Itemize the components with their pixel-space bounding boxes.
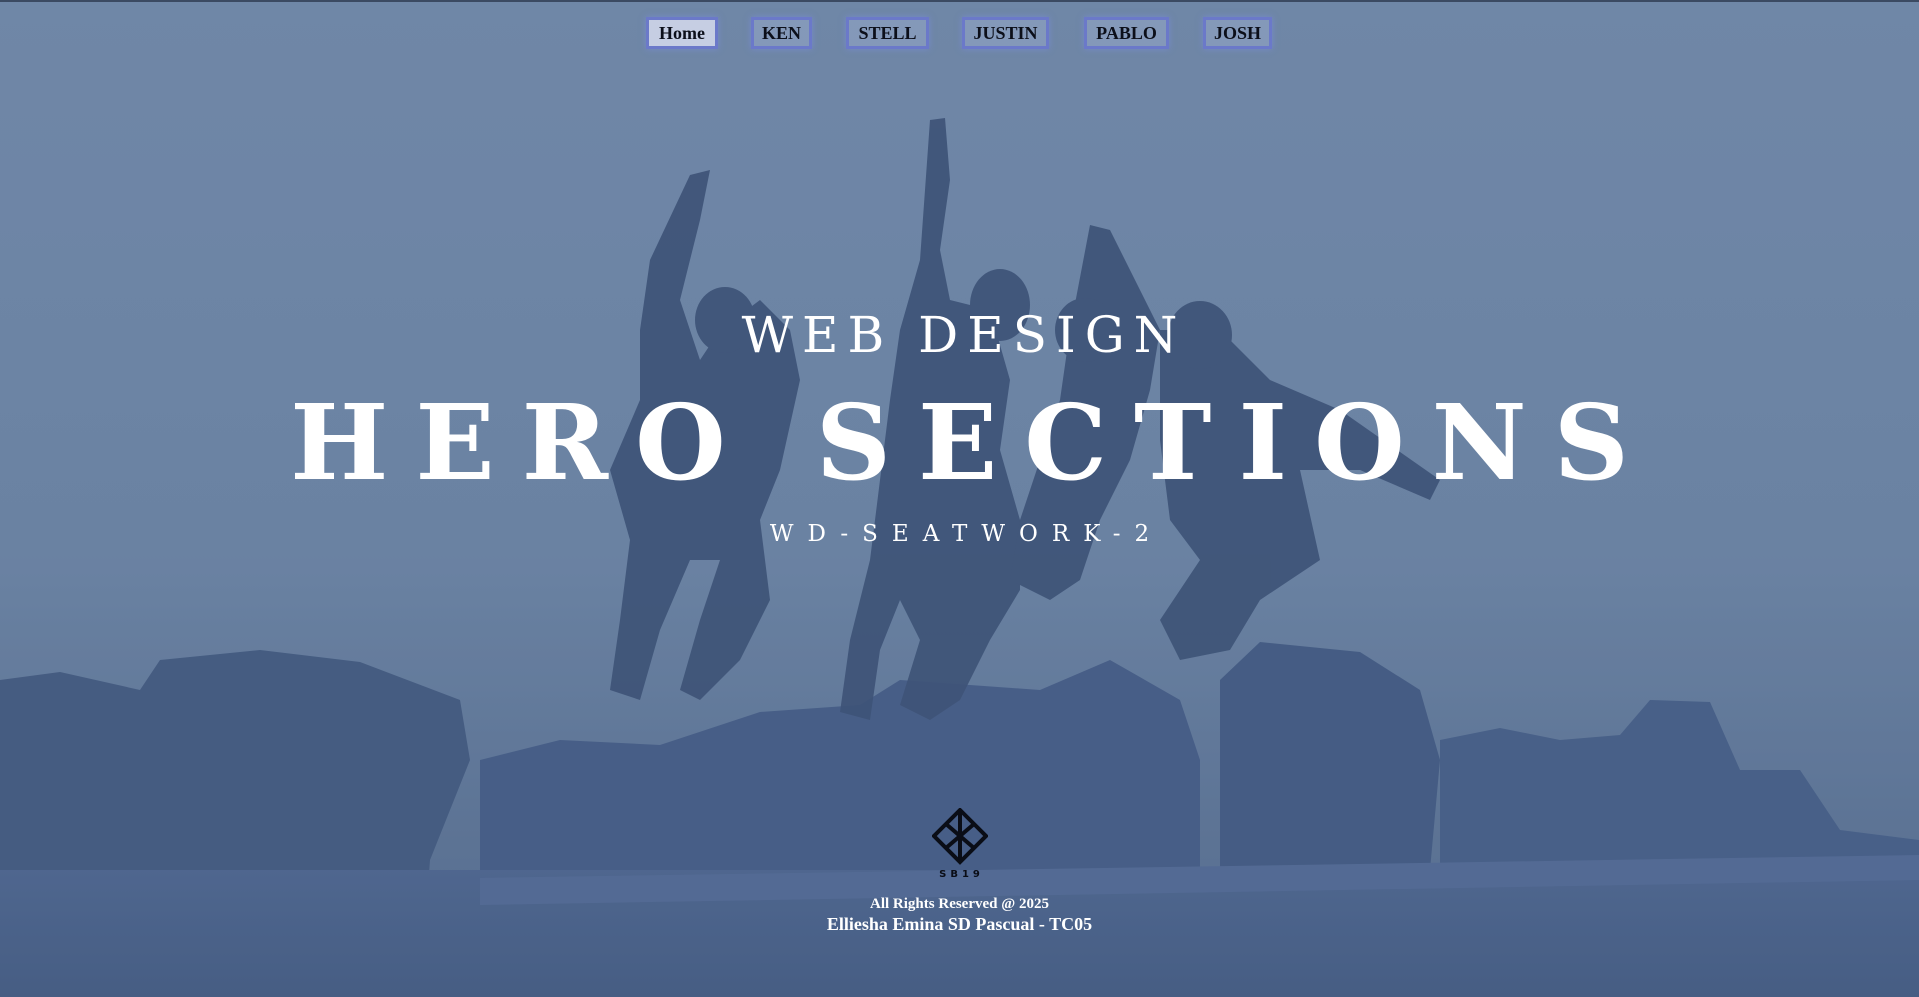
hero-eyebrow: WEB DESIGN [741,306,1187,364]
nav-stell-button[interactable]: STELL [846,17,929,49]
nav-pablo-button[interactable]: PABLO [1084,17,1169,49]
top-navigation: Home KEN STELL JUSTIN PABLO JOSH [0,17,1919,51]
nav-justin-button[interactable]: JUSTIN [962,17,1049,49]
author-text: Elliesha Emina SD Pascual - TC05 [826,914,1093,934]
nav-ken-button[interactable]: KEN [751,17,812,49]
nav-josh-button[interactable]: JOSH [1203,17,1272,49]
footer: SB19 All Rights Reserved @ 2025 Elliesha… [0,808,1919,935]
hero-title: HERO SECTIONS [290,381,1656,504]
logo-caption: SB19 [939,869,984,880]
copyright-text: All Rights Reserved @ 2025 [870,896,1049,912]
nav-home-button[interactable]: Home [646,17,718,49]
top-border [0,0,1919,2]
hero-subtitle: WD-SEATWORK-2 [769,521,1164,547]
sb19-logo-icon [931,808,988,865]
